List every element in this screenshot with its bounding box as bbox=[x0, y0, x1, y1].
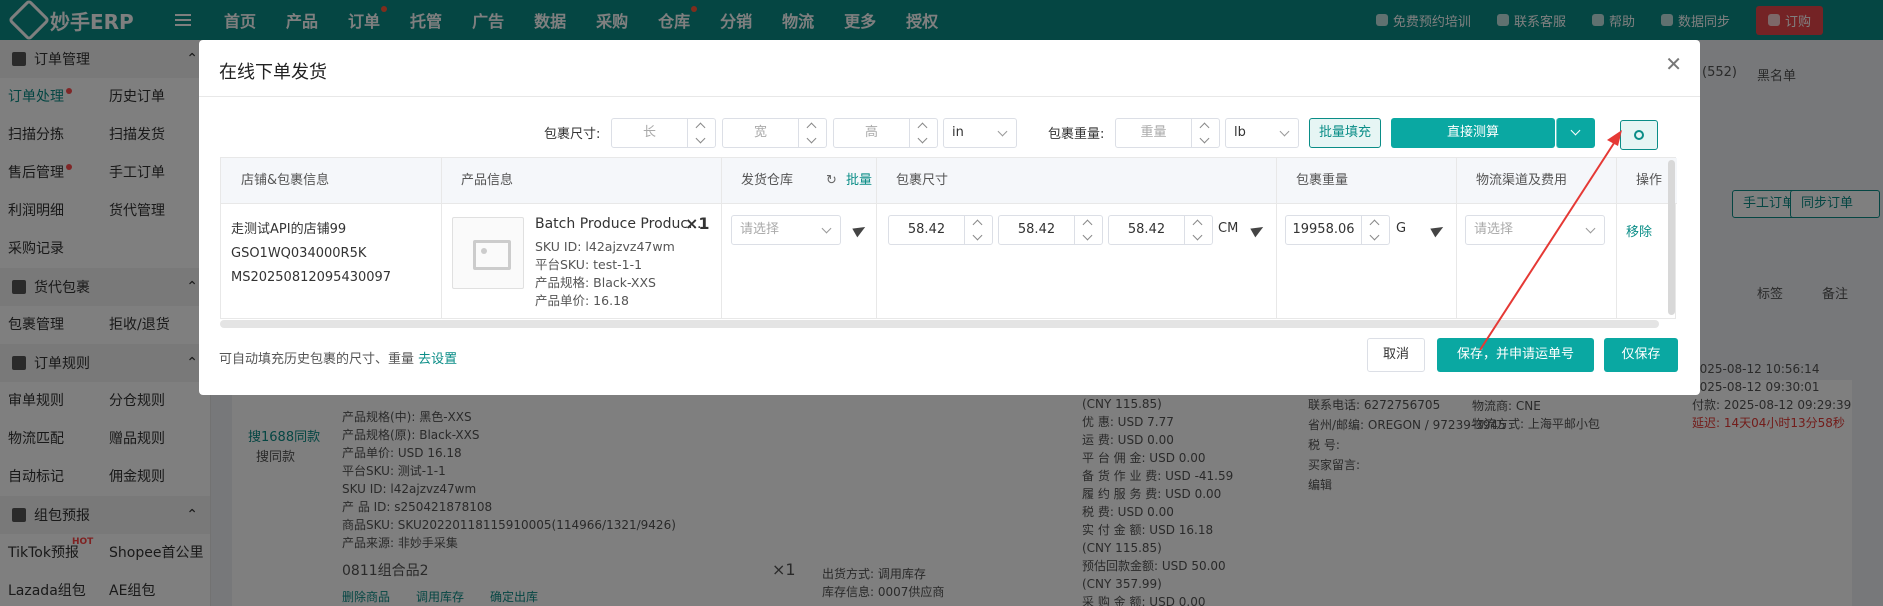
arrow-line bbox=[1479, 139, 1617, 351]
arrow-head bbox=[1607, 130, 1622, 146]
annotation-arrow bbox=[1479, 130, 1622, 351]
